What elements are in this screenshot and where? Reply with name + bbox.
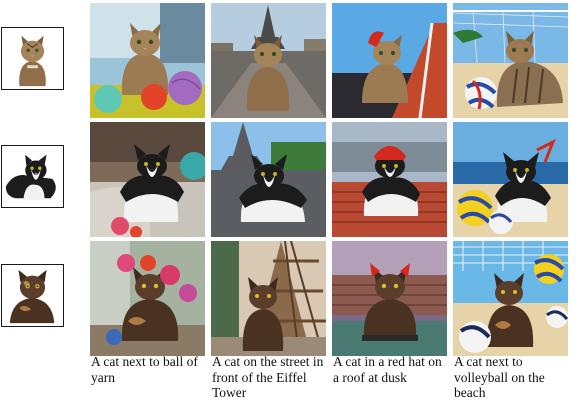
tuxedo-cat-reference (2, 146, 63, 207)
reference-image-3 (1, 264, 64, 327)
tabby-cat-reference (2, 28, 63, 89)
generated-image-r3-eiffel (211, 241, 326, 356)
generated-image-r2-roof (332, 122, 447, 237)
caption-red-hat-roof: A cat in a red hat on a roof at dusk (333, 354, 442, 385)
caption-yarn: A cat next to ball of yarn (91, 354, 198, 385)
generated-image-r3-roof (332, 241, 447, 356)
reference-image-1 (1, 27, 64, 90)
generated-image-r3-volleyball (453, 241, 568, 356)
caption-eiffel-tower: A cat on the street in front of the Eiff… (212, 354, 324, 401)
generated-image-r1-volleyball (453, 3, 568, 118)
generated-image-r1-roof (332, 3, 447, 118)
generated-image-r1-yarn (90, 3, 205, 118)
generated-image-r1-eiffel (211, 3, 326, 118)
generated-image-r2-volleyball (453, 122, 568, 237)
caption-volleyball-beach: A cat next to volleyball on the beach (454, 354, 545, 401)
generated-image-r3-yarn (90, 241, 205, 356)
generated-image-r2-eiffel (211, 122, 326, 237)
tortoiseshell-cat-reference (2, 265, 63, 326)
generated-image-r2-yarn (90, 122, 205, 237)
reference-image-2 (1, 145, 64, 208)
